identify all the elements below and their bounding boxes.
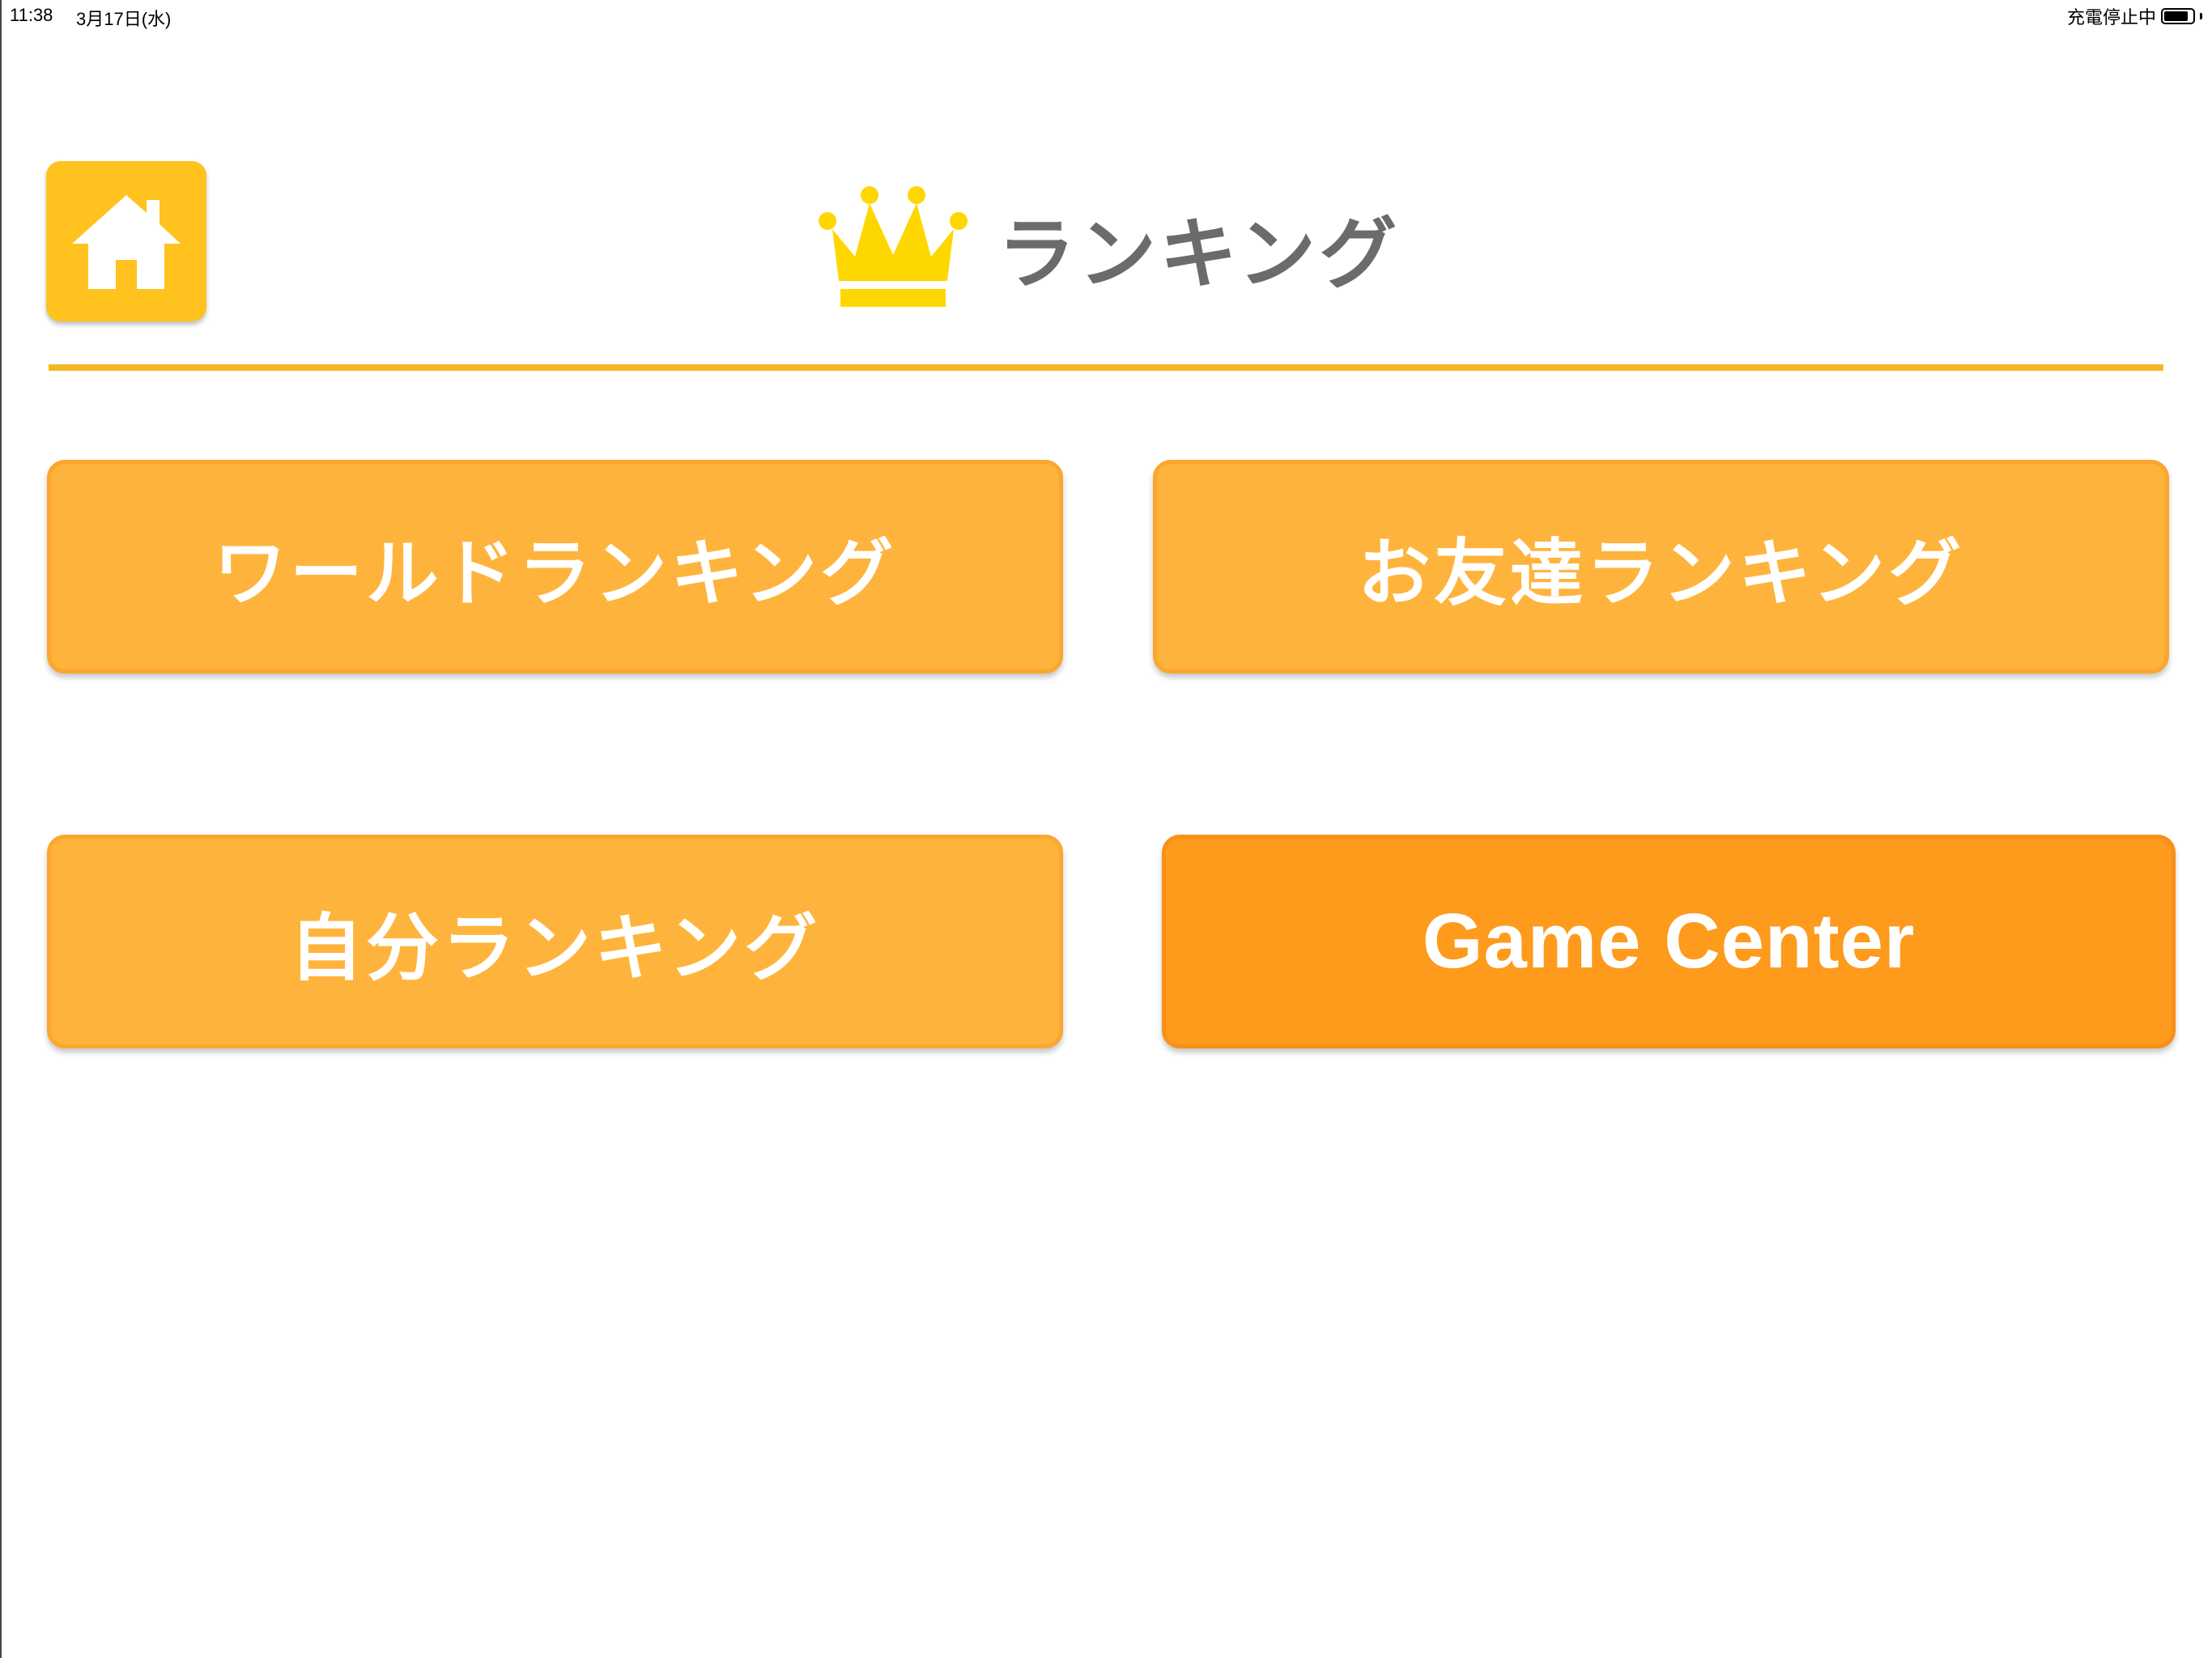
page-title: ランキング (998, 208, 1401, 300)
status-bar: 11:38 3月17日(水) 充電停止中 (0, 0, 2212, 32)
game-center-button[interactable]: Game Center (1162, 835, 2176, 1048)
status-date: 3月17日(水) (76, 9, 172, 29)
charging-status: 充電停止中 (2066, 7, 2156, 28)
header-divider (49, 364, 2163, 371)
battery-level (2164, 11, 2188, 21)
status-right: 充電停止中 (2067, 3, 2202, 29)
window-edge (0, 0, 2, 1658)
world-ranking-button[interactable]: ワールドランキング (47, 460, 1063, 674)
header-title-group: ランキング (818, 182, 1400, 312)
friends-ranking-button[interactable]: お友達ランキング (1153, 460, 2169, 674)
status-time: 11:38 (10, 5, 53, 25)
crown-icon (818, 185, 968, 308)
battery-icon (2161, 8, 2195, 24)
battery-tip (2200, 13, 2202, 19)
home-button[interactable] (46, 161, 206, 321)
home-icon (72, 195, 181, 289)
my-ranking-button[interactable]: 自分ランキング (47, 835, 1063, 1048)
